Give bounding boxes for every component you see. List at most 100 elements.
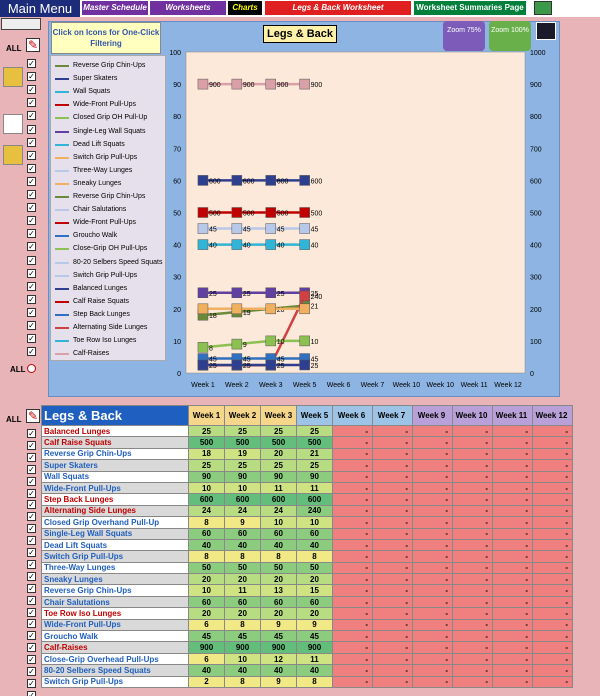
row-filter-checkbox[interactable]: ✓ [27, 476, 36, 486]
y2-tick-label: 200 [530, 307, 542, 314]
exercise-name: Wide-Front Pull-Ups [41, 481, 189, 495]
empty-week-value: - [372, 641, 413, 654]
empty-week-value: - [332, 481, 373, 495]
empty-week-value: - [532, 516, 573, 529]
row-filter-checkbox[interactable]: ✓ [27, 678, 36, 688]
empty-week-value: - [372, 584, 413, 597]
row-filter-checkbox[interactable]: ✓ [27, 536, 36, 546]
empty-week-value: - [492, 664, 533, 677]
column-header: Week 12 [532, 405, 573, 426]
week-value: 500 [224, 436, 261, 449]
y-tick-label: 30 [173, 275, 181, 282]
data-point [231, 239, 243, 250]
empty-week-value: - [332, 607, 373, 620]
week-value: 24 [224, 504, 261, 518]
all-label-table: ALL [6, 415, 22, 424]
exercise-name: Dead Lift Squats [41, 538, 189, 552]
empty-week-value: - [532, 561, 573, 575]
week-value: 10 [296, 516, 333, 529]
data-point [299, 223, 310, 234]
empty-week-value: - [532, 652, 573, 666]
data-point [197, 342, 209, 353]
empty-week-value: - [492, 652, 533, 666]
empty-week-value: - [452, 652, 493, 666]
week-value: 10 [188, 584, 225, 597]
row-filter-checkbox[interactable]: ✓ [27, 619, 36, 629]
row-filter-checkbox[interactable]: ✓ [27, 571, 36, 581]
week-value: 600 [260, 493, 297, 506]
empty-week-value: - [452, 527, 493, 540]
row-filter-checkbox[interactable]: ✓ [27, 631, 36, 641]
week-value: 9 [260, 675, 297, 689]
empty-week-value: - [332, 527, 373, 540]
empty-week-value: - [532, 459, 573, 472]
empty-week-value: - [452, 538, 493, 552]
week-value: 12 [260, 652, 297, 666]
empty-week-value: - [492, 630, 533, 643]
empty-week-value: - [532, 504, 573, 518]
week-value: 20 [188, 573, 225, 586]
week-value: 600 [224, 493, 261, 506]
data-label: 40 [311, 243, 319, 250]
empty-week-value: - [532, 447, 573, 461]
empty-week-value: - [452, 424, 493, 438]
data-label: 25 [209, 291, 217, 298]
empty-week-value: - [372, 607, 413, 620]
row-filter-checkbox[interactable]: ✓ [27, 500, 36, 510]
empty-week-value: - [452, 641, 493, 654]
week-value: 8 [296, 550, 333, 563]
week-value: 60 [296, 595, 333, 609]
data-label: 25 [243, 291, 251, 298]
row-filter-checkbox[interactable]: ✓ [27, 583, 36, 593]
data-point [197, 223, 209, 234]
empty-week-value: - [412, 641, 453, 654]
data-label: 45 [243, 227, 251, 234]
empty-week-value: - [372, 493, 413, 506]
data-label: 19 [243, 310, 251, 317]
row-filter-checkbox[interactable]: ✓ [27, 607, 36, 617]
week-value: 20 [260, 607, 297, 620]
row-filter-checkbox[interactable]: ✓ [27, 524, 36, 534]
data-label: 45 [277, 227, 285, 234]
table-row: Calf Raise Squats 500 500 500 500- - - - - - [41, 436, 573, 449]
row-filter-checkbox[interactable]: ✓ [27, 559, 36, 569]
empty-week-value: - [332, 573, 373, 586]
week-value: 10 [260, 516, 297, 529]
data-label: 18 [209, 313, 217, 320]
row-filter-checkbox[interactable]: ✓ [27, 655, 36, 665]
empty-week-value: - [372, 516, 413, 529]
row-filter-checkbox[interactable]: ✓ [27, 488, 36, 498]
column-header: Week 10 [452, 405, 493, 426]
empty-week-value: - [492, 618, 533, 632]
row-filter-checkbox[interactable]: ✓ [27, 667, 36, 676]
row-filter-checkbox[interactable]: ✓ [27, 643, 36, 653]
data-point [265, 223, 276, 234]
row-filter-checkbox[interactable]: ✓ [27, 429, 36, 438]
empty-week-value: - [532, 595, 573, 609]
data-label: 25 [277, 291, 285, 298]
week-value: 8 [188, 516, 225, 529]
empty-week-value: - [492, 573, 533, 586]
row-filter-checkbox[interactable]: ✓ [27, 548, 36, 557]
data-label: 25 [277, 363, 285, 370]
line-chart: 0 0 10 100 20 200 30 300 40 400 50 500 60 600 70 700 80 8… [169, 50, 545, 389]
week-value: 900 [296, 641, 333, 654]
week-value: 8 [296, 675, 333, 689]
x-tick-label: Week 6 [327, 382, 351, 389]
row-filter-checkbox[interactable]: ✓ [27, 464, 36, 474]
row-filter-checkbox[interactable]: ✓ [27, 452, 36, 462]
empty-week-value: - [412, 618, 453, 632]
row-filter-checkbox[interactable]: ✓ [27, 690, 36, 696]
data-label: 9 [243, 342, 247, 349]
data-label: 900 [277, 82, 289, 89]
table-edit-pencil-icon[interactable]: ✎ [26, 409, 40, 423]
empty-week-value: - [452, 516, 493, 529]
week-value: 50 [188, 561, 225, 575]
row-filter-checkbox[interactable]: ✓ [27, 595, 36, 605]
row-filter-checkbox[interactable]: ✓ [27, 440, 36, 450]
week-value: 45 [188, 630, 225, 643]
row-filter-checkbox[interactable]: ✓ [27, 512, 36, 522]
x-tick-label: Week 10 [427, 382, 455, 389]
empty-week-value: - [492, 607, 533, 620]
exercise-name: Step Back Lunges [41, 493, 189, 506]
